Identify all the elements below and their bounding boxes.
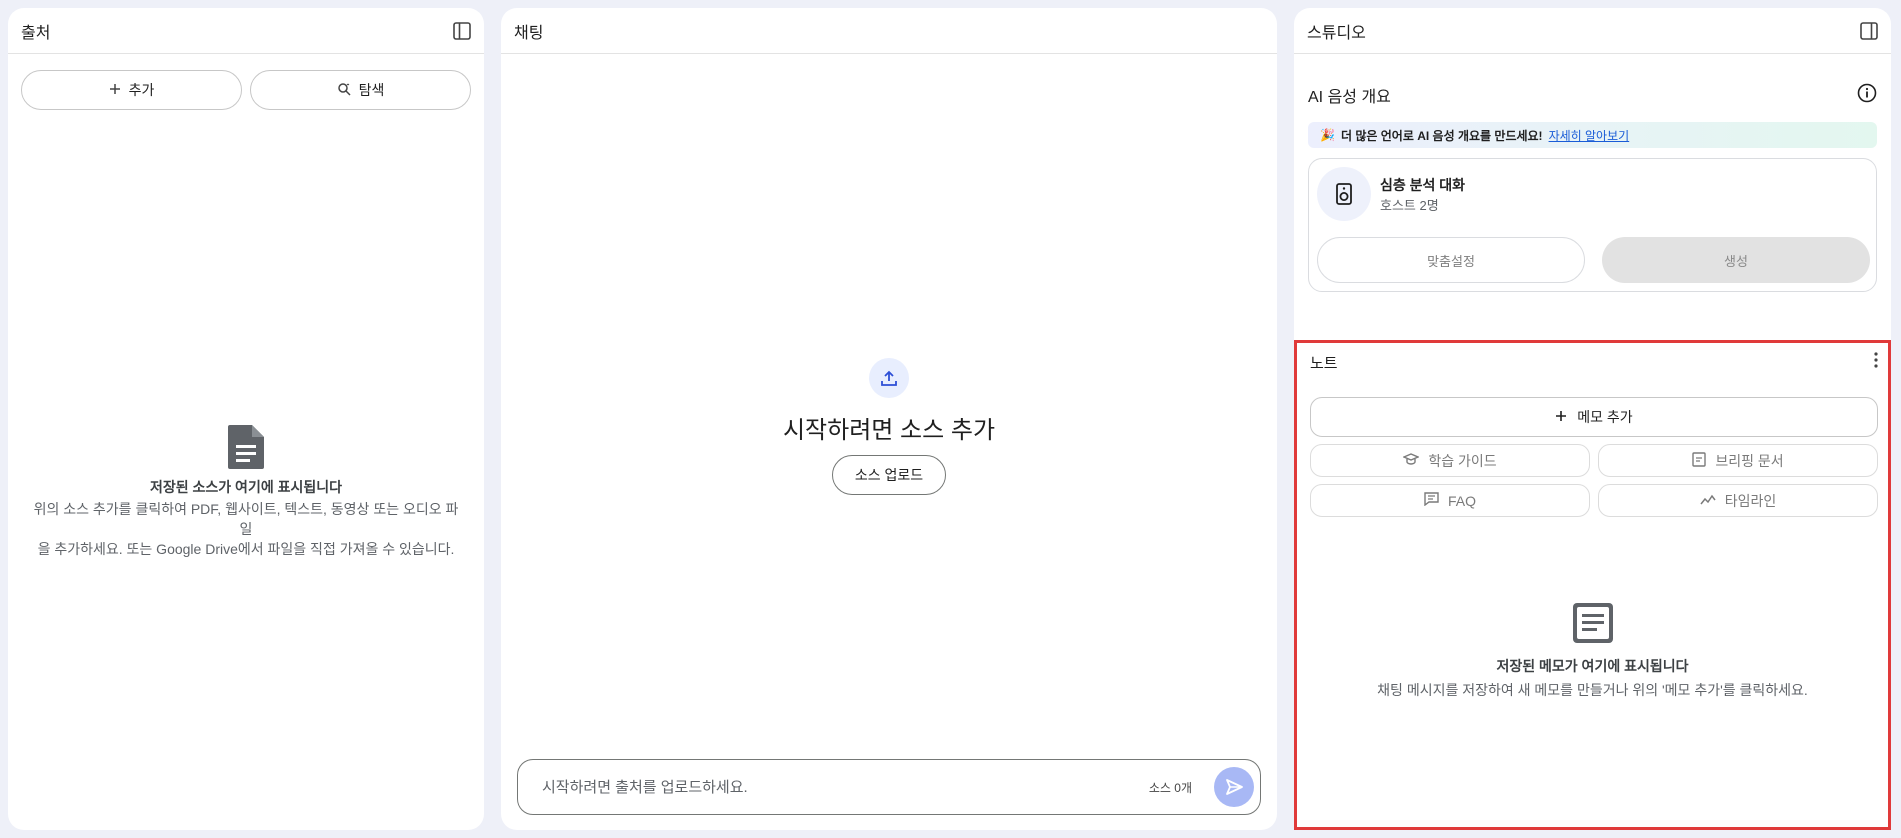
collapse-panel-icon[interactable] xyxy=(1859,21,1879,41)
faq-label: FAQ xyxy=(1447,492,1476,509)
sources-title: 출처 xyxy=(21,24,51,42)
send-icon xyxy=(1226,779,1243,795)
sources-empty-line1: 위의 소스 추가를 클릭하여 PDF, 웹사이트, 텍스트, 동영상 또는 오디… xyxy=(33,501,459,537)
deep-dive-title: 심층 분석 대화 xyxy=(1380,177,1466,193)
plus-icon xyxy=(1555,409,1567,425)
explore-sources-label: 탐색 xyxy=(358,82,385,98)
document-icon xyxy=(228,425,264,469)
studio-panel: 스튜디오 AI 음성 개요 🎉 더 많은 언어로 AI 음성 개요를 만드세요!… xyxy=(1294,8,1891,830)
audio-overview-title: AI 음성 개요 xyxy=(1308,89,1391,106)
explore-sources-button[interactable]: 탐색 xyxy=(250,70,471,110)
customize-button[interactable]: 맞춤설정 xyxy=(1317,237,1585,283)
chat-heading: 시작하려면 소스 추가 xyxy=(782,417,996,444)
learn-more-link[interactable]: 자세히 알아보기 xyxy=(1549,127,1630,144)
speaker-icon xyxy=(1317,167,1371,221)
notes-empty-title: 저장된 메모가 여기에 표시됩니다 xyxy=(1496,658,1689,674)
note-icon xyxy=(1572,603,1613,643)
hosts-count: 호스트 2명 xyxy=(1380,198,1439,213)
notes-empty-state: 저장된 메모가 여기에 표시됩니다 채팅 메시지를 저장하여 새 메모를 만들거… xyxy=(1297,601,1888,700)
chat-header: 채팅 xyxy=(501,8,1277,54)
briefing-doc-label: 브리핑 문서 xyxy=(1715,452,1784,469)
graduation-cap-icon xyxy=(1402,452,1421,469)
upload-icon xyxy=(869,358,909,398)
briefing-doc-button[interactable]: 브리핑 문서 xyxy=(1598,444,1878,477)
banner-text: 더 많은 언어로 AI 음성 개요를 만드세요! xyxy=(1340,128,1543,143)
chat-input-box: 소스 0개 xyxy=(517,759,1261,815)
study-guide-label: 학습 가이드 xyxy=(1428,452,1497,469)
add-memo-button[interactable]: 메모 추가 xyxy=(1310,397,1878,437)
sources-empty-state: 저장된 소스가 여기에 표시됩니다 위의 소스 추가를 클릭하여 PDF, 웹사… xyxy=(8,423,484,559)
sources-panel: 출처 추가 탐색 저장된 소스가 여기에 표시됩니다 위의 소스 추가를 클릭하 xyxy=(8,8,484,830)
add-memo-label: 메모 추가 xyxy=(1577,409,1633,425)
source-count: 소스 0개 xyxy=(1148,780,1192,795)
add-source-label: 추가 xyxy=(128,82,155,98)
chat-title: 채팅 xyxy=(514,24,544,42)
studio-title: 스튜디오 xyxy=(1307,24,1366,42)
send-button[interactable] xyxy=(1214,767,1254,807)
plus-icon xyxy=(109,82,121,98)
audio-overview-card: 심층 분석 대화 호스트 2명 맞춤설정 생성 xyxy=(1308,158,1877,292)
sources-header: 출처 xyxy=(8,8,484,54)
timeline-button[interactable]: 타임라인 xyxy=(1598,484,1878,517)
info-icon[interactable] xyxy=(1857,83,1877,108)
chat-empty-state: 시작하려면 소스 추가 소스 업로드 xyxy=(501,358,1277,495)
add-source-button[interactable]: 추가 xyxy=(21,70,242,110)
language-banner: 🎉 더 많은 언어로 AI 음성 개요를 만드세요! 자세히 알아보기 xyxy=(1308,122,1877,148)
generate-button[interactable]: 생성 xyxy=(1602,237,1870,283)
sources-empty-title: 저장된 소스가 여기에 표시됩니다 xyxy=(150,479,342,495)
timeline-label: 타임라인 xyxy=(1724,492,1777,509)
chat-input[interactable] xyxy=(540,777,1149,797)
study-guide-button[interactable]: 학습 가이드 xyxy=(1310,444,1590,477)
faq-button[interactable]: FAQ xyxy=(1310,484,1590,517)
search-sparkle-icon xyxy=(337,82,351,99)
party-popper-icon: 🎉 xyxy=(1320,128,1335,142)
notes-section: 노트 메모 추가 학습 가이드 브리핑 문서 FAQ 타임라인 저장된 메모가 … xyxy=(1294,340,1891,830)
notes-empty-desc: 채팅 메시지를 저장하여 새 메모를 만들거나 위의 '메모 추가'를 클릭하세… xyxy=(1377,682,1808,698)
collapse-panel-icon[interactable] xyxy=(452,21,472,41)
briefing-doc-icon xyxy=(1692,451,1707,470)
faq-icon xyxy=(1424,492,1439,509)
studio-header: 스튜디오 xyxy=(1294,8,1891,54)
chat-panel: 채팅 시작하려면 소스 추가 소스 업로드 소스 0개 xyxy=(501,8,1277,830)
sources-empty-line2: 을 추가하세요. 또는 Google Drive에서 파일을 직접 가져올 수 … xyxy=(37,541,455,557)
timeline-icon xyxy=(1700,493,1716,509)
notes-title: 노트 xyxy=(1310,354,1338,372)
more-options-icon[interactable] xyxy=(1874,351,1878,374)
upload-source-button[interactable]: 소스 업로드 xyxy=(831,455,947,495)
